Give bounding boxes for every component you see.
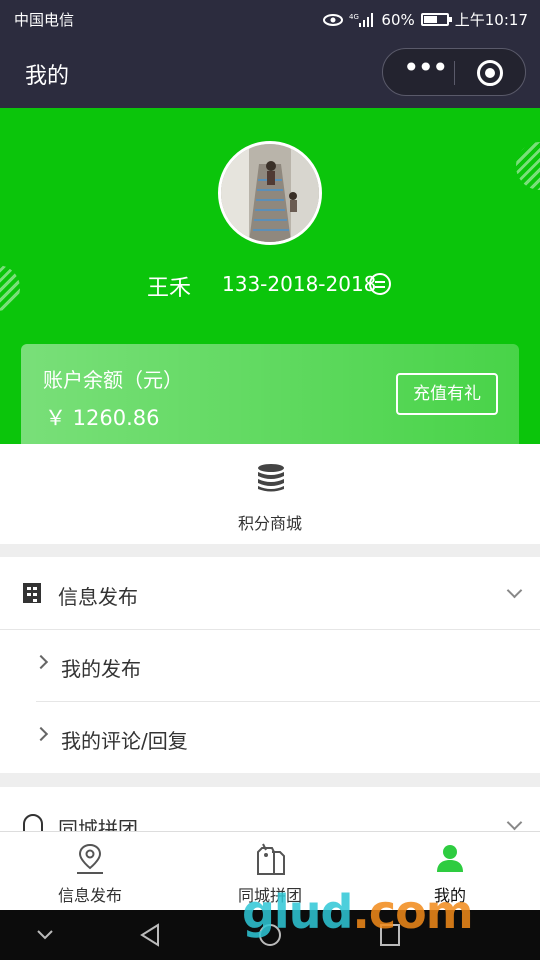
user-name: 王禾	[147, 276, 192, 301]
eye-icon	[323, 13, 344, 26]
avatar[interactable]	[218, 141, 322, 245]
signal-icon: 4G	[349, 12, 374, 27]
chevron-right-icon	[33, 726, 49, 742]
points-mall[interactable]: 积分商城	[0, 444, 540, 544]
points-mall-label: 积分商城	[237, 514, 302, 533]
decor-circle-right	[516, 142, 540, 190]
clock: 上午10:17	[454, 11, 528, 29]
tab-info-publish[interactable]: 信息发布	[0, 832, 180, 911]
balance-value: ￥ 1260.86	[45, 406, 160, 430]
more-dots-icon[interactable]: •••	[403, 54, 449, 86]
profile-header: 王禾 133-2018-2018 账户余额（元） ￥ 1260.86 充值有礼	[0, 108, 540, 444]
list-item-my-posts[interactable]: 我的发布	[0, 629, 540, 701]
coins-stack-icon	[258, 464, 284, 492]
building-icon	[23, 583, 41, 603]
avatar-photo	[221, 144, 319, 242]
chevron-right-icon	[33, 654, 49, 670]
chevron-down-icon	[506, 814, 523, 831]
section-title: 信息发布	[58, 585, 138, 609]
switch-icon[interactable]	[369, 273, 391, 295]
battery-percent: 60%	[381, 10, 415, 29]
location-pin-icon	[77, 843, 103, 874]
menu-section-info: 信息发布 我的发布 我的评论/回复	[0, 557, 540, 773]
chevron-down-icon	[506, 582, 523, 599]
target-icon[interactable]	[477, 60, 503, 86]
svg-text:4G: 4G	[349, 13, 359, 21]
watermark-suffix: .com	[352, 885, 473, 939]
battery-icon	[420, 13, 452, 26]
capsule-divider	[454, 61, 455, 85]
page-title: 我的	[25, 64, 70, 89]
miniprogram-capsule: •••	[382, 48, 526, 96]
watermark-logo: glud.com	[242, 885, 474, 939]
balance-label: 账户余额（元）	[43, 368, 183, 392]
lock-icon	[23, 814, 43, 831]
title-bar: 我的 •••	[0, 36, 540, 108]
chevron-down-icon[interactable]	[35, 922, 55, 948]
user-icon	[437, 845, 463, 872]
balance-card: 账户余额（元） ￥ 1260.86 充值有礼	[21, 344, 519, 444]
section-header-info[interactable]: 信息发布	[0, 557, 540, 629]
section-title: 同城拼团	[58, 817, 138, 831]
list-item-label: 我的评论/回复	[61, 729, 188, 753]
watermark-text: glud	[242, 885, 353, 939]
back-icon[interactable]	[138, 922, 162, 948]
carrier-label: 中国电信	[14, 11, 75, 29]
section-header-group-buy[interactable]: 同城拼团	[0, 787, 540, 831]
tag-icon	[257, 843, 285, 875]
tab-label: 信息发布	[57, 886, 122, 905]
user-phone: 133-2018-2018	[222, 272, 377, 296]
user-info: 王禾 133-2018-2018	[0, 268, 540, 301]
list-item-label: 我的发布	[61, 657, 141, 681]
status-right: 4G 60% 上午10:17	[323, 9, 528, 30]
status-bar: 中国电信 4G 60% 上午10:17	[0, 0, 540, 36]
list-item-my-comments[interactable]: 我的评论/回复	[0, 701, 540, 773]
recharge-button[interactable]: 充值有礼	[396, 373, 498, 415]
